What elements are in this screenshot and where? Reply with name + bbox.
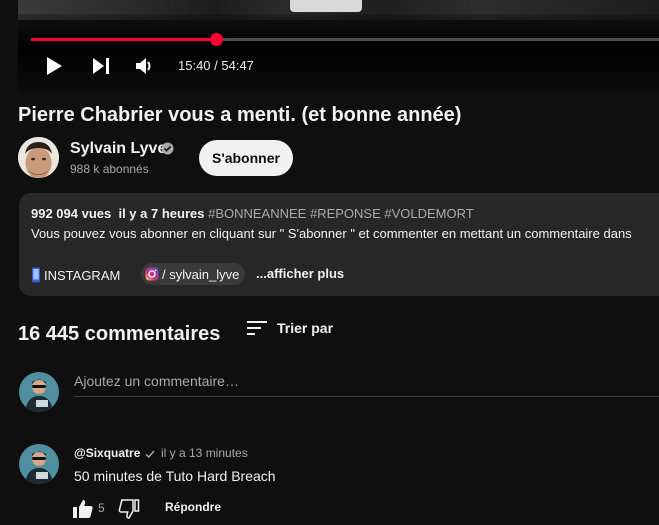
thumbs-down-icon [118, 499, 140, 519]
volume-icon [136, 58, 151, 74]
progress-bar[interactable] [31, 33, 659, 46]
thumbs-up-icon [73, 500, 93, 518]
instagram-handle: / sylvain_lyve [162, 266, 240, 282]
scrubber-handle[interactable] [210, 33, 224, 46]
channel-name[interactable]: Sylvain Lyve [70, 140, 166, 158]
sort-button[interactable]: Trier par [247, 320, 333, 336]
instagram-link-chip[interactable]: / sylvain_lyve [141, 263, 246, 285]
reply-button[interactable]: Répondre [165, 500, 221, 514]
comment-avatar[interactable] [19, 444, 59, 484]
description-meta: 992 094 vues il y a 7 heures #BONNEANNEE… [31, 206, 474, 221]
instagram-label-row: INSTAGRAM [31, 267, 120, 283]
video-title: Pierre Chabrier vous a menti. (et bonne … [18, 104, 462, 126]
comment-placeholder: Ajoutez un commentaire… [74, 373, 239, 389]
video-player[interactable]: 15:40 / 54:47 [18, 0, 659, 92]
comment-time[interactable]: il y a 13 minutes [161, 446, 248, 460]
instagram-label: INSTAGRAM [44, 267, 121, 283]
comment-count: 16 445 commentaires [18, 323, 221, 345]
hashtags[interactable]: #BONNEANNEE #REPONSE #VOLDEMORT [208, 206, 474, 221]
description-box[interactable]: 992 094 vues il y a 7 heures #BONNEANNEE… [19, 193, 659, 296]
play-icon [47, 57, 62, 75]
next-button[interactable] [86, 53, 116, 79]
check-icon [144, 447, 156, 465]
comment-input[interactable]: Ajoutez un commentaire… [74, 370, 659, 397]
instagram-icon [145, 267, 159, 281]
progress-fill [31, 38, 217, 41]
user-avatar [19, 372, 59, 412]
channel-avatar[interactable] [18, 137, 59, 178]
play-button[interactable] [38, 53, 70, 79]
comment-author[interactable]: @Sixquatre [74, 446, 140, 460]
subscribe-button[interactable]: S'abonner [199, 140, 293, 176]
time-display: 15:40 / 54:47 [178, 58, 254, 73]
like-button[interactable] [72, 498, 94, 520]
upload-age: il y a 7 heures [118, 206, 205, 221]
phone-icon [32, 267, 40, 283]
dislike-button[interactable] [118, 498, 140, 520]
like-count: 5 [98, 501, 105, 515]
view-count: 992 094 vues [31, 206, 112, 221]
volume-button[interactable] [130, 53, 160, 79]
verified-icon [161, 142, 174, 160]
comment-text: 50 minutes de Tuto Hard Breach [74, 468, 276, 484]
next-icon [93, 58, 109, 74]
sort-label: Trier par [277, 320, 334, 336]
subscriber-count: 988 k abonnés [70, 162, 149, 176]
description-text: Vous pouvez vous abonner en cliquant sur… [31, 226, 632, 241]
sort-icon [247, 321, 267, 335]
show-more-link[interactable]: ...afficher plus [256, 266, 344, 281]
